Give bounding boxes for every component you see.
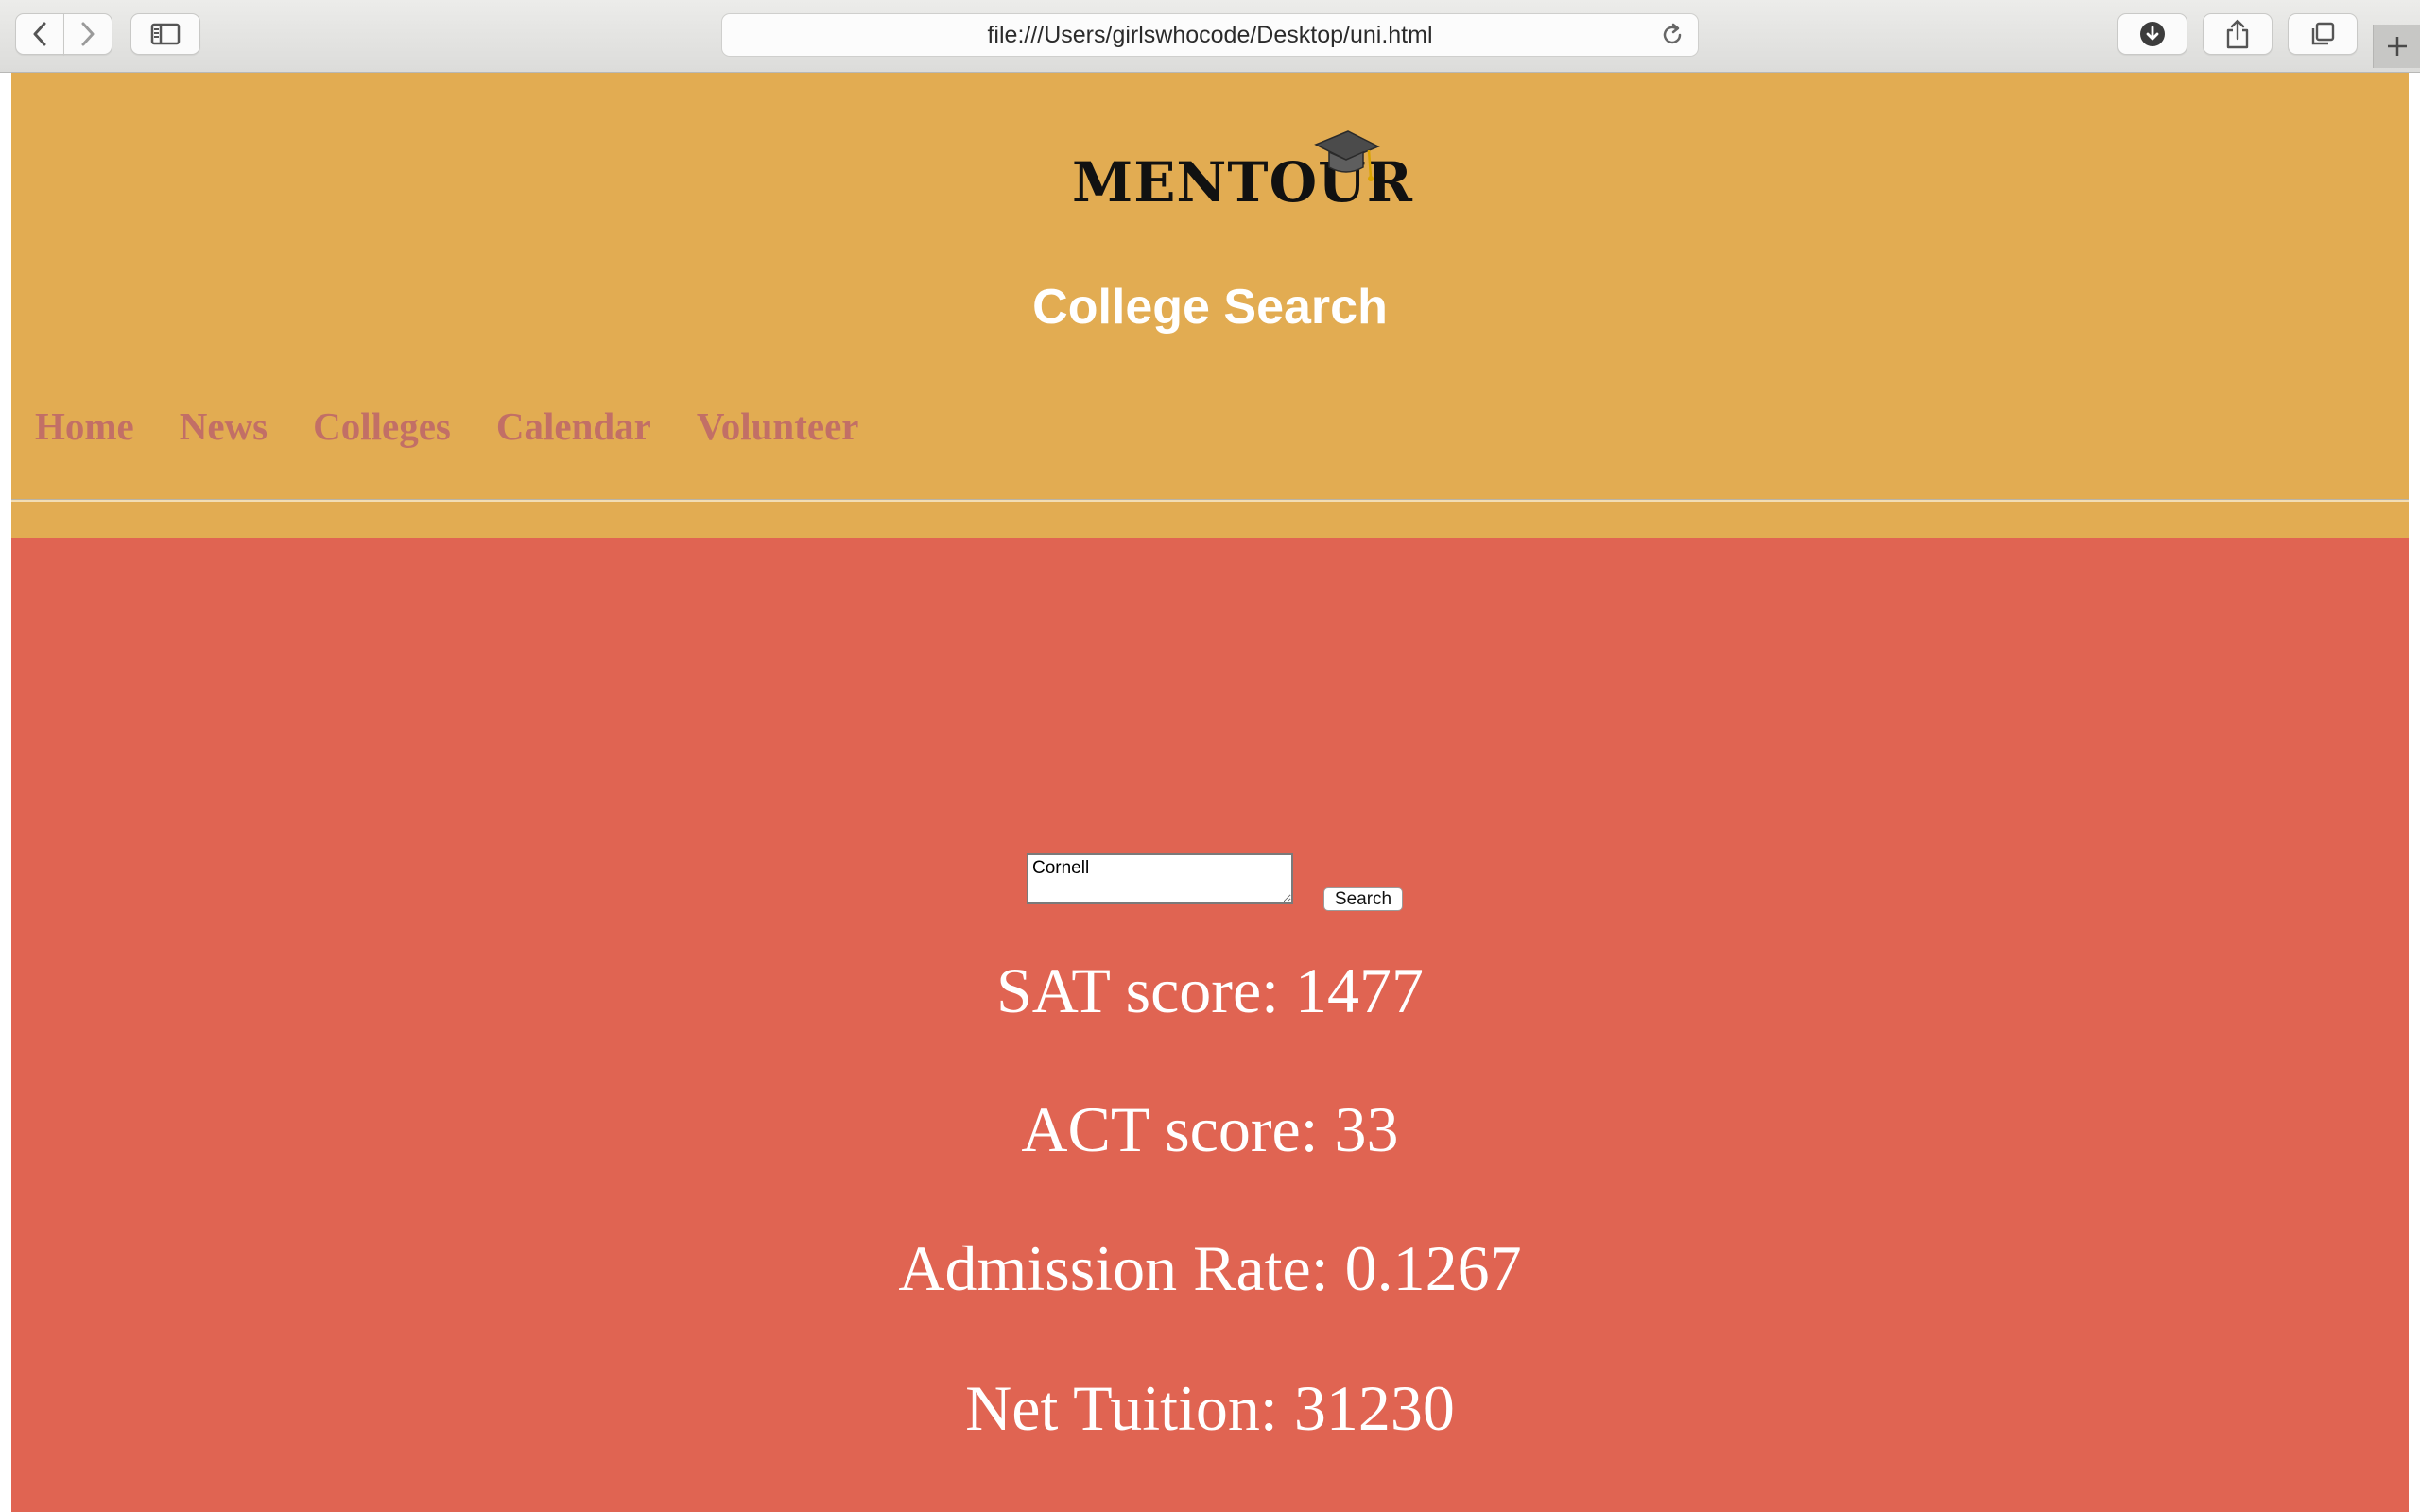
address-bar[interactable]: file:///Users/girlswhocode/Desktop/uni.h… [721,13,1699,57]
sat-score: SAT score: 1477 [995,954,1425,1026]
college-search-input[interactable]: Cornell [1027,853,1293,904]
share-icon [2226,19,2249,49]
url-text: file:///Users/girlswhocode/Desktop/uni.h… [987,21,1433,48]
back-button[interactable] [15,13,64,55]
nav-link-news[interactable]: News [180,404,268,449]
downloads-button[interactable] [2118,13,2187,55]
nav-link-calendar[interactable]: Calendar [496,404,651,449]
web-page: MENTOUR College Search Home News College… [11,73,2409,1512]
search-button[interactable]: Search [1323,887,1403,911]
browser-toolbar: file:///Users/girlswhocode/Desktop/uni.h… [0,0,2420,73]
tabs-overview-button[interactable] [2288,13,2358,55]
page-title: College Search [1032,280,1388,335]
site-logo[interactable]: MENTOUR [1061,101,1412,224]
sidebar-toggle-button[interactable] [130,13,200,55]
plus-icon [2388,37,2407,56]
header-divider [11,499,2409,502]
download-icon [2140,22,2165,46]
nav-link-colleges[interactable]: Colleges [313,404,451,449]
chevron-left-icon [33,22,46,46]
share-button[interactable] [2203,13,2273,55]
admission-rate: Admission Rate: 0.1267 [898,1232,1522,1304]
new-tab-button[interactable] [2373,25,2420,68]
page-gutter-left [0,73,11,1512]
nav-link-volunteer[interactable]: Volunteer [697,404,859,449]
reload-icon[interactable] [1660,23,1685,52]
site-header: MENTOUR College Search Home News College… [11,73,2409,538]
search-section: Cornell Search SAT score: 1477 ACT score… [11,538,2409,1512]
sidebar-icon [150,23,181,45]
chevron-right-icon [81,22,95,46]
page-gutter-right [2409,73,2420,1512]
tabs-icon [2311,22,2335,45]
forward-button[interactable] [63,13,112,55]
nav-link-home[interactable]: Home [35,404,134,449]
graduation-cap-icon [1314,130,1380,181]
act-score: ACT score: 33 [1021,1093,1399,1165]
main-nav: Home News Colleges Calendar Volunteer [35,404,858,449]
net-tuition: Net Tuition: 31230 [965,1372,1455,1444]
